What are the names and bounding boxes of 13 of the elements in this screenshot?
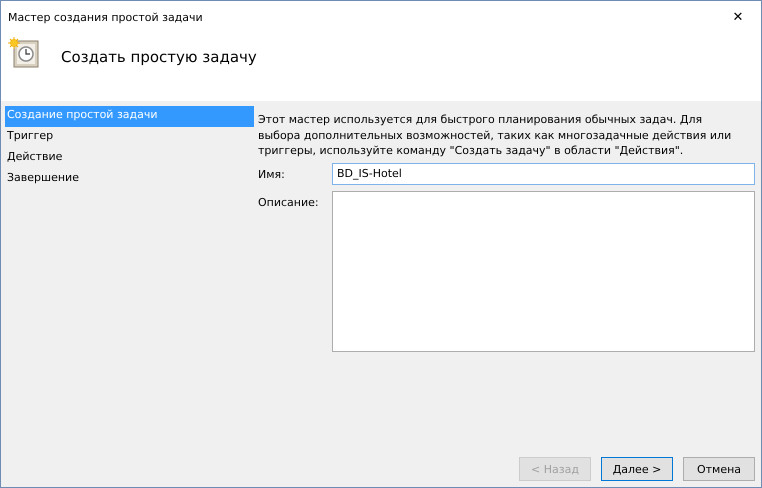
description-label: Описание: xyxy=(258,194,320,208)
wizard-step[interactable]: Завершение xyxy=(5,169,254,190)
wizard-heading: Создать простую задачу xyxy=(61,48,257,66)
name-field[interactable]: BD_IS-Hotel xyxy=(332,162,755,184)
wizard-step[interactable]: Действие xyxy=(5,148,254,169)
wizard-button[interactable]: Отмена xyxy=(683,457,755,481)
intro-text: Этот мастер используется для быстрого планирования обычных задач. Для выбора дополнительных возможностей, таких как многозадачные действия или триггеры, используйте команду "Создать задачу" в области "Действия". xyxy=(258,112,732,158)
scheduled-task-icon xyxy=(8,37,40,69)
window-title: Мастер создания простой задачи xyxy=(8,10,203,24)
name-label: Имя: xyxy=(258,166,286,180)
wizard-button[interactable]: Далее > xyxy=(601,457,673,481)
description-field[interactable] xyxy=(332,190,755,352)
wizard-step[interactable]: Триггер xyxy=(5,127,254,148)
